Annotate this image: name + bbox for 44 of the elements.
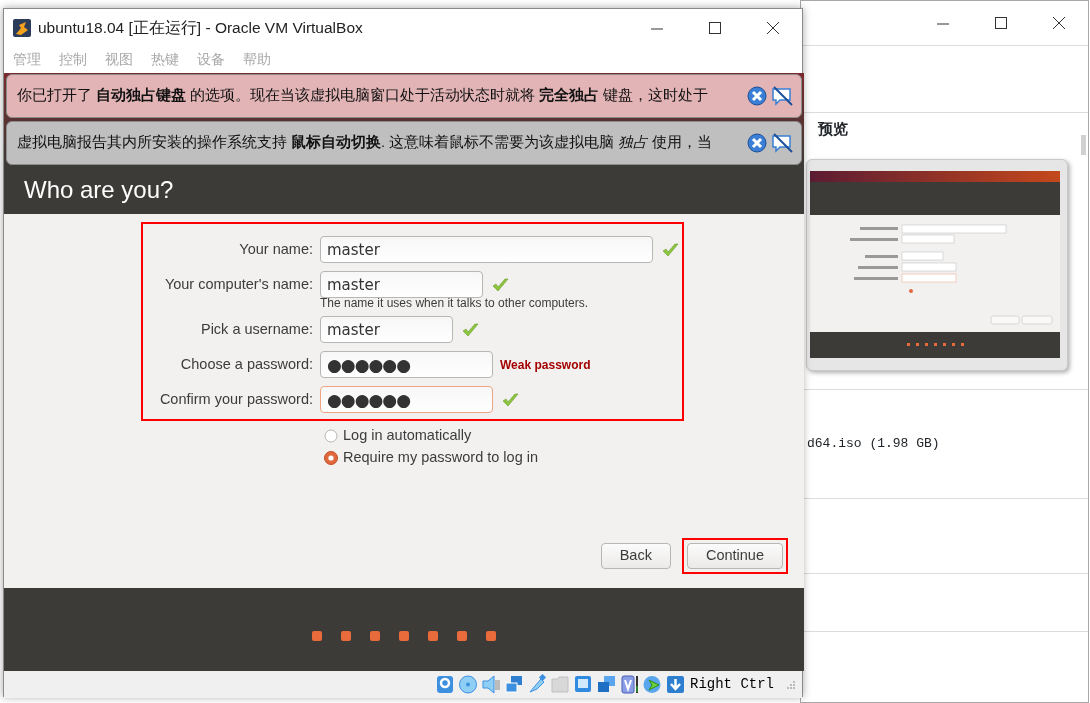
option-label: Log in automatically	[343, 426, 472, 446]
radio-button[interactable]	[324, 429, 338, 443]
field-label: Your name:	[238, 239, 313, 259]
maximize-icon[interactable]	[992, 16, 1010, 30]
optical-disc-icon[interactable]	[458, 674, 479, 695]
scrollbar-thumb[interactable]	[1081, 135, 1086, 155]
field-label: Choose a password:	[179, 354, 313, 374]
window-title: ubuntu18.04 [正在运行] - Oracle VM VirtualBox	[38, 17, 364, 38]
page-title: Who are you?	[4, 166, 804, 214]
password-field[interactable]: ●●●●●●	[320, 351, 493, 378]
field-label: Pick a username:	[199, 319, 313, 339]
network-icon[interactable]	[504, 674, 525, 695]
password-field[interactable]: ●●●●●●	[320, 386, 493, 413]
app-icon	[12, 17, 32, 38]
notification-text: 虚拟电脑报告其内所安装的操作系统支持 鼠标自动切换. 这意味着鼠标不需要为该虚拟电脑 独占 使用，当	[17, 133, 714, 153]
notification-text: 你已打开了 自动独占键盘 的选项。现在当该虚拟电脑窗口处于活动状态时就将 完全独占 键盘，这时处于	[17, 86, 710, 106]
resize-grip-icon[interactable]	[786, 679, 796, 690]
muted-message-icon[interactable]	[771, 86, 793, 106]
details-text: d64.iso (1.98 GB)	[807, 435, 940, 454]
field-label: Your computer's name:	[163, 274, 313, 294]
text-field[interactable]: master	[320, 271, 483, 298]
close-icon[interactable]	[747, 133, 767, 153]
close-icon[interactable]	[1050, 16, 1068, 30]
close-icon[interactable]	[764, 20, 782, 35]
keyboard-icon[interactable]	[665, 674, 686, 695]
maximize-icon[interactable]	[706, 20, 724, 35]
usb-icon[interactable]	[527, 674, 548, 695]
cpu-icon[interactable]	[619, 674, 640, 695]
password-strength: Weak password	[500, 356, 591, 374]
text-field[interactable]: master	[320, 236, 653, 263]
back-button[interactable]: Back	[600, 543, 671, 569]
radio-button[interactable]	[324, 451, 338, 465]
text-field[interactable]: master	[320, 316, 453, 343]
hint-text: The name it uses when it talks to other computers.	[320, 295, 590, 311]
continue-button[interactable]: Continue	[686, 543, 783, 569]
screen-capture-icon[interactable]	[596, 674, 617, 695]
muted-message-icon[interactable]	[771, 133, 793, 153]
display-icon[interactable]	[573, 674, 594, 695]
host-key-label: Right Ctrl	[690, 675, 774, 694]
field-label: Confirm your password:	[158, 389, 313, 409]
option-label: Require my password to log in	[343, 448, 539, 468]
section-heading: 预览	[818, 118, 848, 139]
audio-icon[interactable]	[481, 674, 502, 695]
close-icon[interactable]	[747, 86, 767, 106]
